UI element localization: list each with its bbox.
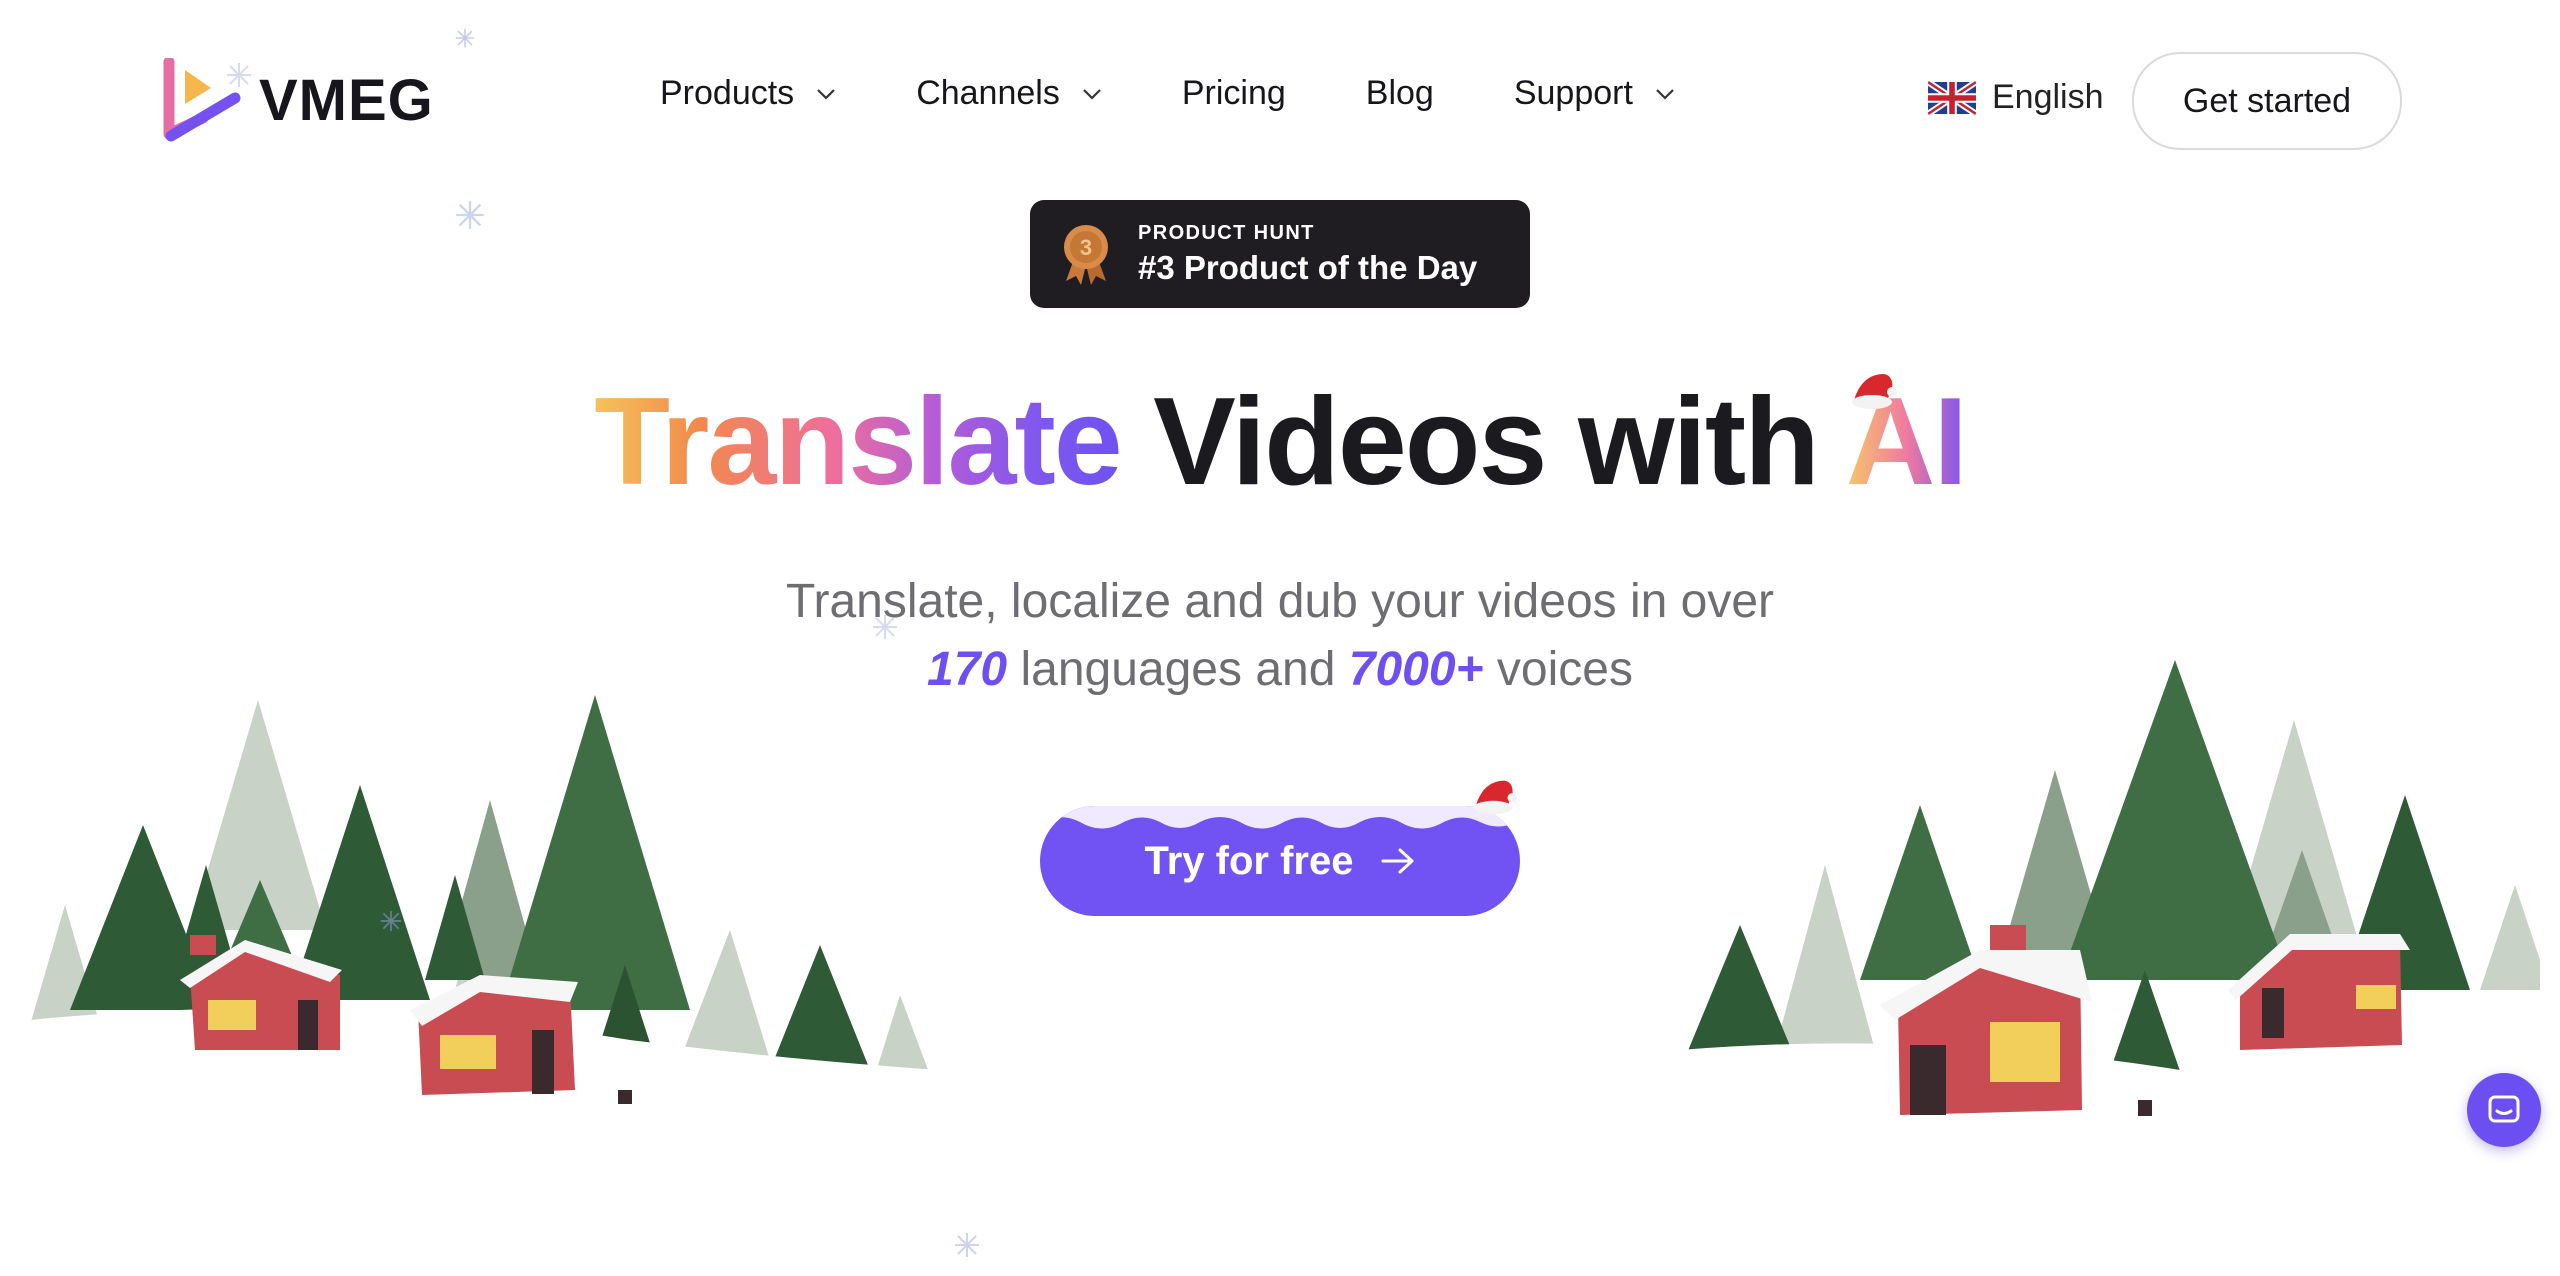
subtitle-mid: languages and xyxy=(1020,643,1336,696)
hero-title-middle: Videos with xyxy=(1153,373,1820,511)
subtitle-end: voices xyxy=(1496,643,1633,696)
language-selector[interactable]: English xyxy=(1928,78,2104,117)
brand-logo[interactable]: VMEG xyxy=(163,58,434,142)
try-for-free-label: Try for free xyxy=(1144,838,1354,883)
santa-hat-icon xyxy=(1473,780,1518,815)
product-hunt-badge[interactable]: 3 PRODUCT HUNT #3 Product of the Day xyxy=(1030,200,1530,308)
badge-overline: PRODUCT HUNT xyxy=(1138,221,1315,244)
chevron-down-icon xyxy=(1656,88,1674,100)
medal-icon: 3 xyxy=(1064,225,1108,285)
main-nav: Products Channels Pricing Blog Support xyxy=(660,74,1755,113)
medal-number: 3 xyxy=(1080,235,1092,260)
chat-widget-button[interactable] xyxy=(2467,1073,2541,1147)
uk-flag-icon xyxy=(1928,79,1976,116)
chevron-down-icon xyxy=(1083,88,1101,100)
hero-title-gradient-word: Translate xyxy=(594,373,1122,511)
brand-name: VMEG xyxy=(259,67,434,133)
languages-count: 170 xyxy=(927,643,1008,696)
nav-pricing-label: Pricing xyxy=(1181,74,1286,112)
nav-pricing[interactable]: Pricing xyxy=(1182,74,1286,113)
nav-channels[interactable]: Channels xyxy=(916,74,1102,113)
get-started-button[interactable]: Get started xyxy=(2132,52,2402,150)
santa-hat-icon xyxy=(1852,374,1897,409)
winter-scene-right-illustration xyxy=(1680,660,2540,1120)
language-label: English xyxy=(1992,78,2104,116)
hero-subtitle-line1: Translate, localize and dub your videos … xyxy=(785,575,1775,628)
chevron-down-icon xyxy=(817,88,835,100)
snowflake-icon xyxy=(873,615,897,639)
voices-count: 7000+ xyxy=(1348,643,1484,696)
badge-text: PRODUCT HUNT #3 Product of the Day xyxy=(1138,222,1477,287)
hero-title: Translate Videos with AI xyxy=(0,372,2560,512)
snowflake-icon xyxy=(456,201,484,229)
nav-support-label: Support xyxy=(1513,74,1633,112)
winter-scene-left-illustration xyxy=(30,695,940,1110)
nav-blog-label: Blog xyxy=(1365,74,1434,112)
nav-channels-label: Channels xyxy=(916,74,1060,112)
try-for-free-button[interactable]: Try for free xyxy=(1040,806,1520,916)
nav-support[interactable]: Support xyxy=(1514,74,1675,113)
chat-icon xyxy=(2488,1095,2520,1123)
snowflake-icon xyxy=(455,28,475,48)
snowflake-icon xyxy=(380,910,402,932)
badge-title: #3 Product of the Day xyxy=(1138,248,1478,286)
nav-products[interactable]: Products xyxy=(660,74,836,113)
snowflake-icon xyxy=(227,63,251,87)
snowflake-icon xyxy=(955,1233,979,1257)
nav-products-label: Products xyxy=(660,74,795,112)
snow-cap-decoration xyxy=(1040,806,1520,829)
nav-blog[interactable]: Blog xyxy=(1366,74,1434,113)
arrow-right-icon xyxy=(1381,848,1414,874)
